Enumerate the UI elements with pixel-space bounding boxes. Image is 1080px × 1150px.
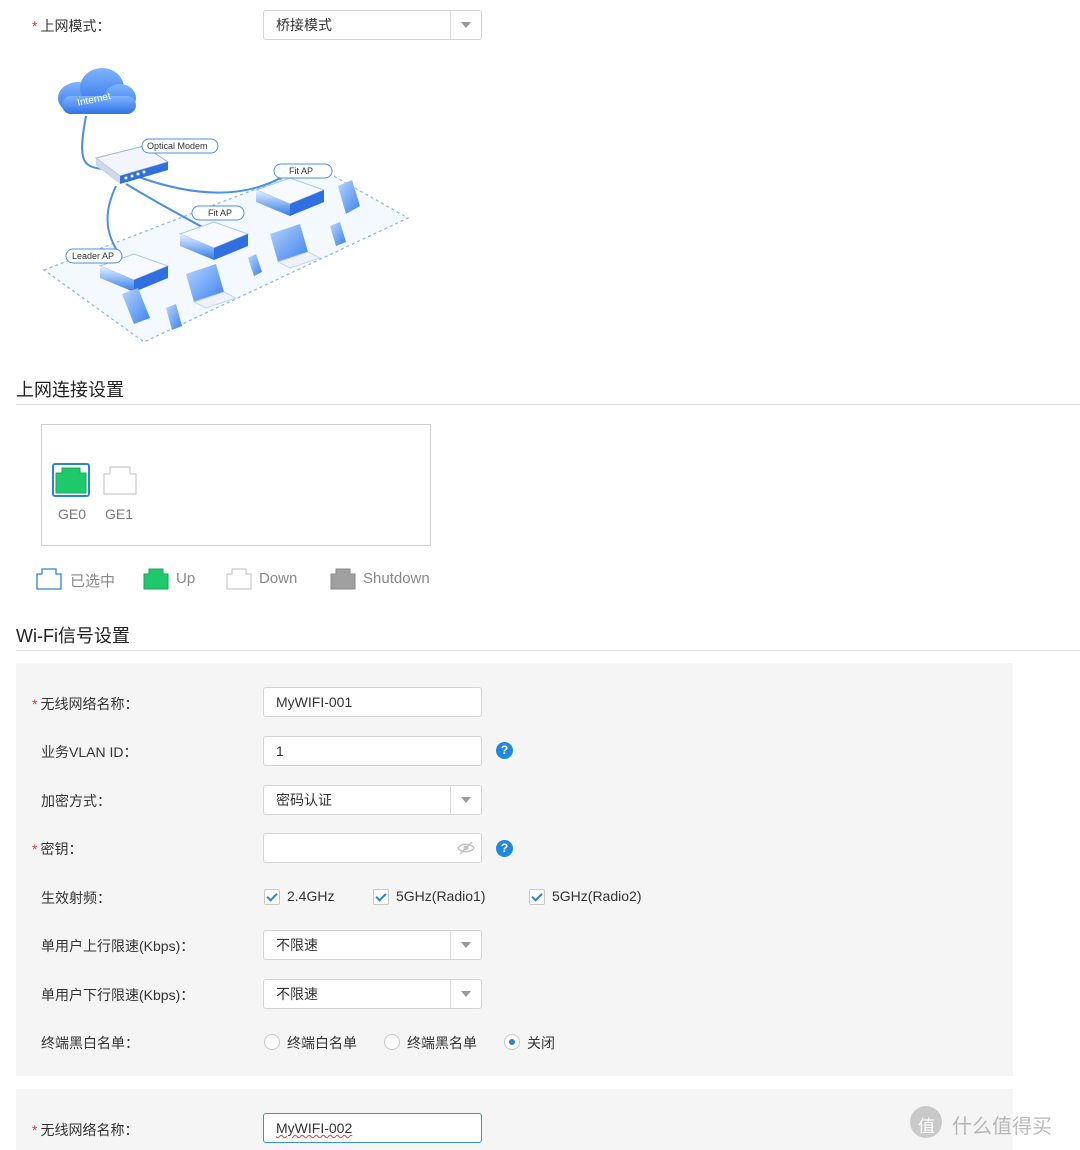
acl-blacklist-label: 终端黑名单	[407, 1035, 477, 1051]
port-panel: GE0 GE1	[41, 424, 431, 546]
chevron-down-icon[interactable]	[450, 980, 481, 1008]
internet-cloud-icon: Internet	[58, 68, 136, 114]
topology-diagram: Internet Optical Modem Fit AP Fit AP Lea…	[16, 58, 415, 350]
ssid2-input[interactable]: MyWIFI-002	[263, 1113, 482, 1143]
svg-text:Optical Modem: Optical Modem	[147, 141, 208, 151]
ethernet-port-icon	[55, 467, 87, 494]
acl-label: 终端黑白名单：	[41, 1035, 139, 1051]
down-port-legend-icon	[226, 568, 252, 590]
shutdown-port-legend-icon	[330, 568, 356, 590]
vlan-input[interactable]: 1	[263, 736, 482, 766]
encryption-label: 加密方式：	[41, 793, 111, 809]
ssid2-input-value: MyWIFI-002	[276, 1120, 353, 1136]
port-ge1[interactable]	[103, 465, 137, 495]
band-24-checkbox[interactable]	[264, 889, 280, 905]
acl-off-label: 关闭	[527, 1035, 555, 1051]
mode-label: * 上网模式：	[32, 18, 111, 34]
uplink-limit-select[interactable]: 不限速	[263, 930, 482, 960]
uplink-limit-label: 单用户上行限速(Kbps)：	[41, 938, 195, 954]
port-ge0[interactable]	[52, 463, 90, 497]
eye-hidden-icon[interactable]	[457, 841, 475, 855]
wifi-panel-2	[16, 1089, 1013, 1150]
band-24-label: 2.4GHz	[287, 888, 335, 904]
downlink-limit-label: 单用户下行限速(Kbps)：	[41, 987, 195, 1003]
downlink-limit-select[interactable]: 不限速	[263, 979, 482, 1009]
ssid2-label: * 无线网络名称：	[32, 1122, 139, 1138]
band-5g1-label: 5GHz(Radio1)	[396, 888, 486, 904]
legend-up-label: Up	[176, 570, 196, 587]
chevron-down-icon[interactable]	[450, 11, 481, 39]
watermark-text: 什么值得买	[952, 1116, 1052, 1138]
topology-illustration: Internet Optical Modem Fit AP Fit AP Lea…	[42, 68, 410, 343]
help-icon[interactable]: ?	[496, 742, 513, 759]
key-label: * 密钥：	[32, 841, 83, 857]
svg-text:Fit AP: Fit AP	[289, 166, 313, 176]
mode-select-value: 桥接模式	[276, 17, 332, 33]
encryption-select[interactable]: 密码认证	[263, 785, 482, 815]
watermark-logo-icon: 值	[910, 1106, 942, 1138]
chevron-down-icon[interactable]	[450, 931, 481, 959]
key-input[interactable]	[263, 833, 482, 863]
vlan-label: 业务VLAN ID：	[41, 744, 138, 760]
section-divider	[16, 650, 1080, 651]
band-5g2-label: 5GHz(Radio2)	[552, 888, 642, 904]
band-5g2-checkbox[interactable]	[529, 889, 545, 905]
port-label-ge1: GE1	[105, 506, 134, 522]
legend-down-label: Down	[259, 570, 298, 587]
band-5g1-checkbox[interactable]	[373, 889, 389, 905]
ethernet-port-icon	[103, 466, 137, 495]
bands-label: 生效射频：	[41, 890, 111, 906]
legend-shutdown-label: Shutdown	[363, 570, 430, 587]
legend-selected-label: 已选中	[70, 573, 116, 590]
acl-whitelist-label: 终端白名单	[287, 1035, 357, 1051]
ssid-input[interactable]: MyWIFI-001	[263, 687, 482, 717]
acl-off-radio[interactable]	[504, 1034, 520, 1050]
port-label-ge0: GE0	[58, 506, 87, 522]
acl-blacklist-radio[interactable]	[384, 1034, 400, 1050]
help-icon[interactable]: ?	[496, 840, 513, 857]
ssid-label: * 无线网络名称：	[32, 696, 139, 712]
svg-text:Fit AP: Fit AP	[208, 208, 232, 218]
uplink-limit-value: 不限速	[276, 937, 318, 953]
svg-text:Leader AP: Leader AP	[72, 251, 114, 261]
up-port-legend-icon	[143, 568, 169, 590]
mode-select[interactable]: 桥接模式	[263, 10, 482, 40]
connection-section-title: 上网连接设置	[16, 380, 124, 400]
wifi-panel-1	[16, 663, 1013, 1076]
acl-whitelist-radio[interactable]	[264, 1034, 280, 1050]
wifi-section-title: Wi-Fi信号设置	[16, 626, 130, 646]
downlink-limit-value: 不限速	[276, 986, 318, 1002]
section-divider	[16, 404, 1080, 405]
chevron-down-icon[interactable]	[450, 786, 481, 814]
encryption-select-value: 密码认证	[276, 792, 332, 808]
selected-port-legend-icon	[36, 568, 62, 590]
